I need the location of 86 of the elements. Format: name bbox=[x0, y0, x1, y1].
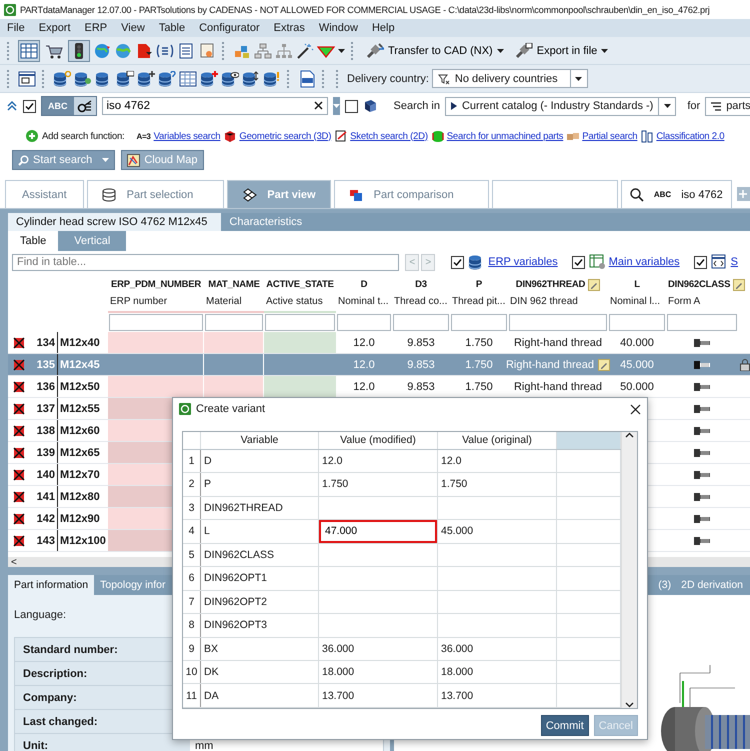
table-cell-text: M12x65 bbox=[59, 446, 101, 460]
column-subtitle: Nominal l... bbox=[609, 295, 662, 309]
table-cell: 50.000 bbox=[620, 380, 654, 392]
table-cell: DIN962OPT2 bbox=[201, 590, 319, 614]
row-number: 2 bbox=[183, 473, 201, 496]
table-cell: Right-hand thread bbox=[514, 336, 602, 348]
column-subtitle: Thread pit... bbox=[451, 295, 506, 309]
column-subtitle: DIN 962 thread bbox=[509, 295, 579, 309]
column-subtitle: ERP number bbox=[108, 292, 204, 313]
table-cell-text: M12x50 bbox=[59, 380, 101, 394]
table-cell: DIN962OPT1 bbox=[201, 567, 319, 590]
table-cell-text: M12x55 bbox=[59, 402, 101, 416]
row-number: 140 bbox=[30, 464, 58, 485]
row-number: 141 bbox=[30, 486, 58, 507]
row-number: 11 bbox=[183, 684, 201, 707]
table-cell-text: M12x80 bbox=[59, 490, 101, 504]
table-cell: 1.750 bbox=[465, 380, 493, 392]
table-cell-text: M12x45 bbox=[59, 358, 101, 372]
table-cell: 12.0 bbox=[438, 450, 557, 472]
row-number: 139 bbox=[30, 442, 58, 463]
table-cell: 9.853 bbox=[407, 336, 435, 348]
row-number: 136 bbox=[30, 376, 58, 397]
table-cell: 40.000 bbox=[620, 336, 654, 348]
row-number: 142 bbox=[30, 508, 58, 529]
table-cell-text: M12x40 bbox=[59, 336, 101, 350]
row-number: 5 bbox=[183, 544, 201, 566]
table-cell: DIN962THREAD bbox=[201, 496, 319, 520]
table-cell: 1.750 bbox=[438, 473, 557, 496]
table-cell: Right-hand thread bbox=[514, 380, 602, 392]
column-subtitle: Nominal t... bbox=[337, 295, 390, 309]
table-cell: 13.700 bbox=[319, 684, 438, 707]
column-subtitle: Active status bbox=[264, 292, 336, 313]
table-cell: DK bbox=[201, 660, 319, 684]
delivery-country-label: Delivery country: bbox=[347, 72, 429, 84]
row-number: 7 bbox=[183, 590, 201, 614]
dialog-title: Create variant bbox=[196, 403, 266, 415]
table-cell: 18.000 bbox=[438, 660, 557, 684]
table-cell: BX bbox=[201, 638, 319, 660]
table-cell: 12.0 bbox=[353, 336, 375, 348]
row-number: 8 bbox=[183, 614, 201, 636]
language-label: Language: bbox=[14, 609, 67, 621]
table-cell: 36.000 bbox=[319, 638, 438, 660]
table-cell: Right-hand thread bbox=[506, 358, 594, 370]
table-cell: 45.000 bbox=[438, 520, 557, 543]
row-number: 137 bbox=[30, 398, 58, 419]
table-cell: 12.0 bbox=[353, 358, 375, 370]
table-cell-text: M12x60 bbox=[59, 424, 101, 438]
table-cell: 9.853 bbox=[407, 358, 435, 370]
row-number: 135 bbox=[30, 354, 58, 375]
row-number: 143 bbox=[30, 530, 58, 551]
column-subtitle: Form A bbox=[667, 295, 702, 309]
add-search-label: Add search function: bbox=[42, 130, 124, 142]
row-number: 4 bbox=[183, 520, 201, 543]
table-cell: D bbox=[201, 450, 319, 472]
table-cell-text: M12x70 bbox=[59, 468, 101, 482]
table-cell: 1.750 bbox=[465, 336, 493, 348]
row-number: 3 bbox=[183, 496, 201, 520]
table-cell: P bbox=[201, 473, 319, 496]
table-cell: 1.750 bbox=[319, 473, 438, 496]
table-cell: DIN962OPT3 bbox=[201, 614, 319, 636]
table-cell: 9.853 bbox=[407, 380, 435, 392]
table-cell: DIN962CLASS bbox=[201, 544, 319, 566]
table-cell: 45.000 bbox=[620, 358, 654, 370]
table-cell: 1.750 bbox=[465, 358, 493, 370]
for-label: for bbox=[687, 100, 700, 112]
window-title: PARTdataManager 12.07.00 - PARTsolutions by CADENAS - NOT ALLOWED FOR COMMERCIAL USAGE - C:\data\23d-libs\norm\commonpool\schrauben\din_en_iso_4762.prj bbox=[20, 4, 710, 14]
table-cell: 12.0 bbox=[319, 450, 438, 472]
column-subtitle: Thread co... bbox=[393, 295, 448, 309]
column-subtitle: Material bbox=[204, 292, 264, 313]
search-in-label: Search in bbox=[394, 100, 440, 112]
field-label: Unit: bbox=[15, 734, 190, 751]
table-cell-text: M12x90 bbox=[59, 512, 101, 526]
table-cell: DA bbox=[201, 684, 319, 707]
formula-icon: A=3 bbox=[136, 132, 151, 140]
table-cell: 18.000 bbox=[319, 660, 438, 684]
row-number: 138 bbox=[30, 420, 58, 441]
row-number: 1 bbox=[183, 450, 201, 472]
table-cell: 12.0 bbox=[353, 380, 375, 392]
row-number: 6 bbox=[183, 567, 201, 590]
table-cell-text: M12x100 bbox=[59, 534, 107, 548]
row-number: 10 bbox=[183, 660, 201, 684]
field-value: mm bbox=[195, 740, 214, 751]
row-number: 134 bbox=[30, 332, 58, 353]
table-cell: 36.000 bbox=[438, 638, 557, 660]
row-number: 9 bbox=[183, 638, 201, 660]
table-cell: 13.700 bbox=[438, 684, 557, 707]
